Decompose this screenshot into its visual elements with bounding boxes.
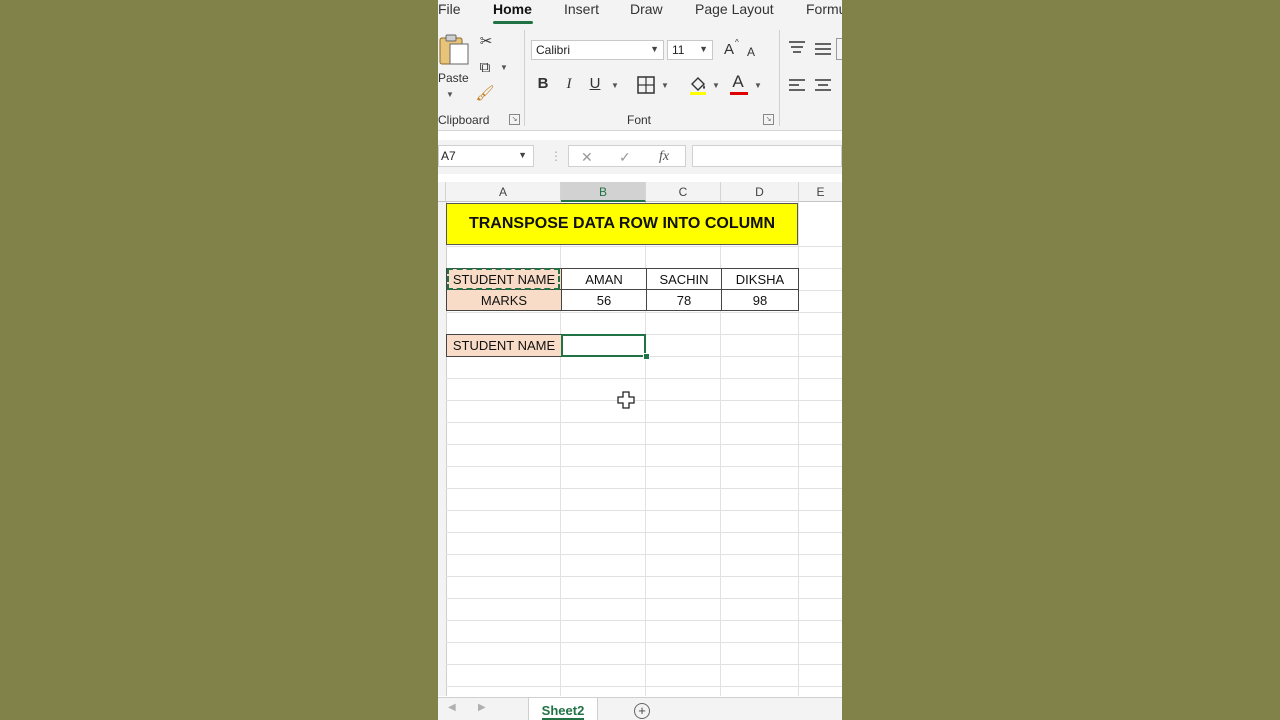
gridline xyxy=(446,620,842,621)
orientation-button-edge[interactable] xyxy=(836,38,842,60)
cell-transpose-student-name[interactable]: STUDENT NAME xyxy=(446,334,562,357)
font-name-combo[interactable]: Calibri ▼ xyxy=(531,40,664,60)
underline-button[interactable]: U xyxy=(586,74,604,94)
align-middle-icon[interactable] xyxy=(814,42,832,56)
gridline xyxy=(446,488,842,489)
copy-icon[interactable]: ⧉ xyxy=(475,58,495,78)
tab-page-layout[interactable]: Page Layout xyxy=(695,1,774,17)
scroll-sheets-right-icon[interactable]: ▶ xyxy=(478,702,486,713)
align-top-icon[interactable] xyxy=(788,40,806,54)
grow-caret-icon: ^ xyxy=(735,38,739,47)
gridline xyxy=(446,246,842,247)
gridline xyxy=(446,444,842,445)
underline-dropdown-icon[interactable]: ▼ xyxy=(611,81,619,90)
ribbon-tab-bar: File Home Insert Draw Page Layout Formu xyxy=(438,0,842,26)
insert-function-icon[interactable]: fx xyxy=(659,149,669,165)
cell-marks-aman[interactable]: 56 xyxy=(561,289,647,311)
cell-marks-diksha[interactable]: 98 xyxy=(721,289,799,311)
gridline xyxy=(446,378,842,379)
gridline xyxy=(446,664,842,665)
font-color-icon[interactable]: A xyxy=(729,72,747,92)
borders-icon[interactable] xyxy=(637,76,655,94)
paste-label[interactable]: Paste xyxy=(438,71,469,85)
format-painter-icon[interactable]: 🖌 xyxy=(475,84,495,104)
column-header-c[interactable]: C xyxy=(646,182,721,202)
formula-bar: A7 ▼ ⋮ ✕ ✓ fx xyxy=(438,140,842,174)
sheet-tab-sheet2[interactable]: Sheet2 xyxy=(528,698,598,720)
tab-draw[interactable]: Draw xyxy=(630,1,663,17)
chevron-down-icon: ▼ xyxy=(699,44,708,54)
group-separator xyxy=(524,30,525,126)
tab-file[interactable]: File xyxy=(438,1,461,17)
cell-marks-label[interactable]: MARKS xyxy=(446,289,562,311)
formula-buttons: ✕ ✓ fx xyxy=(568,145,686,167)
group-separator xyxy=(779,30,780,126)
more-options-icon: ⋮ xyxy=(550,149,562,163)
active-tab-indicator xyxy=(493,21,533,24)
paste-icon[interactable] xyxy=(438,32,470,66)
bold-button[interactable]: B xyxy=(534,74,552,94)
sheet-title-cell[interactable]: TRANSPOSE DATA ROW INTO COLUMN xyxy=(446,203,798,245)
tab-home[interactable]: Home xyxy=(493,1,532,17)
chevron-down-icon: ▼ xyxy=(518,150,527,160)
gridline xyxy=(446,312,842,313)
cell-aman[interactable]: AMAN xyxy=(561,268,647,290)
ribbon: Paste ▼ ✂ ⧉ ▼ 🖌 Clipboard ↘ Calibri ▼ 11… xyxy=(438,26,842,131)
paste-dropdown-icon[interactable]: ▼ xyxy=(446,90,454,99)
excel-window: File Home Insert Draw Page Layout Formu … xyxy=(438,0,842,720)
enter-icon[interactable]: ✓ xyxy=(619,149,631,166)
align-left-icon[interactable] xyxy=(788,78,806,92)
gridline xyxy=(446,422,842,423)
font-group-label: Font xyxy=(627,113,652,127)
fill-color-icon[interactable] xyxy=(688,74,708,96)
column-header-e[interactable]: E xyxy=(799,182,842,202)
scroll-sheets-left-icon[interactable]: ◀ xyxy=(448,702,456,713)
italic-button[interactable]: I xyxy=(560,74,578,94)
cell-marks-sachin[interactable]: 78 xyxy=(646,289,722,311)
column-header-d[interactable]: D xyxy=(721,182,799,202)
cut-icon[interactable]: ✂ xyxy=(476,32,496,52)
font-color-swatch xyxy=(730,92,748,95)
font-size-value: 11 xyxy=(672,43,685,57)
font-color-dropdown-icon[interactable]: ▼ xyxy=(754,81,762,90)
shrink-font-icon[interactable]: A xyxy=(743,42,759,62)
gridline xyxy=(446,466,842,467)
tab-insert[interactable]: Insert xyxy=(564,1,599,17)
gridline xyxy=(446,686,842,687)
active-cell[interactable] xyxy=(561,334,646,357)
cell-student-name-header[interactable]: STUDENT NAME xyxy=(446,268,562,290)
sheet-tab-bar: ◀ ▶ Sheet2 + xyxy=(438,697,842,720)
clipboard-launcher-icon[interactable]: ↘ xyxy=(509,114,520,125)
copy-dropdown-icon[interactable]: ▼ xyxy=(500,63,508,72)
font-size-combo[interactable]: 11 ▼ xyxy=(667,40,713,60)
font-name-value: Calibri xyxy=(536,43,571,57)
add-sheet-icon[interactable]: + xyxy=(634,703,650,719)
borders-dropdown-icon[interactable]: ▼ xyxy=(661,81,669,90)
formula-input[interactable] xyxy=(692,145,842,167)
align-center-icon[interactable] xyxy=(814,78,832,92)
gridline xyxy=(446,576,842,577)
select-all-corner[interactable] xyxy=(438,182,446,202)
name-box-value: A7 xyxy=(441,149,456,163)
tab-formulas[interactable]: Formu xyxy=(806,1,842,17)
cell-diksha[interactable]: DIKSHA xyxy=(721,268,799,290)
cell-sachin[interactable]: SACHIN xyxy=(646,268,722,290)
chevron-down-icon: ▼ xyxy=(650,44,659,54)
gridline xyxy=(446,510,842,511)
cell-cursor-icon xyxy=(617,391,635,409)
name-box[interactable]: A7 ▼ xyxy=(438,145,534,167)
gridline xyxy=(446,598,842,599)
fill-color-dropdown-icon[interactable]: ▼ xyxy=(712,81,720,90)
font-launcher-icon[interactable]: ↘ xyxy=(763,114,774,125)
clipboard-group-label: Clipboard xyxy=(438,113,490,127)
gridline xyxy=(446,554,842,555)
gridline xyxy=(446,642,842,643)
gridline xyxy=(446,532,842,533)
column-header-a[interactable]: A xyxy=(446,182,561,202)
column-header-b[interactable]: B xyxy=(561,182,646,202)
cancel-icon[interactable]: ✕ xyxy=(581,149,593,166)
gridline xyxy=(446,400,842,401)
fill-handle[interactable] xyxy=(643,353,650,360)
